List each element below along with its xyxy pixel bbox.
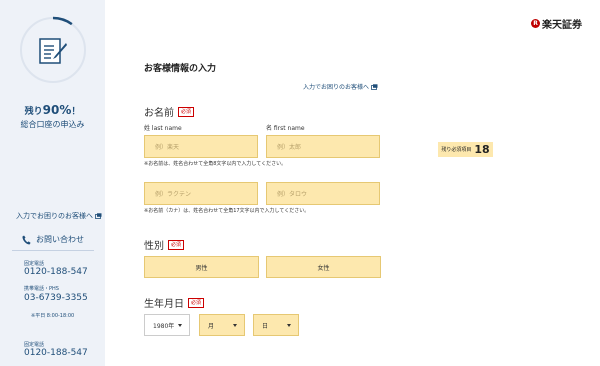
required-badge: 必須 [178, 106, 195, 117]
gender-female-button[interactable]: 女性 [266, 256, 381, 278]
birth-year-value[interactable]: 1980年 [153, 321, 174, 330]
remaining-required-badge: 残り必須項目 18 [438, 142, 493, 157]
first-name-label: 名 first name [266, 125, 305, 132]
external-window-icon [371, 83, 378, 90]
last-name-label: 姓 last name [144, 125, 182, 132]
birth-year-select[interactable]: 1980年 [144, 314, 190, 336]
required-badge: 必須 [168, 239, 185, 250]
last-name-input[interactable]: 例）楽天 [144, 135, 258, 158]
business-hours: ※平日 8:00-18:00 [31, 313, 75, 319]
remaining-required-label: 残り必須項目 [441, 147, 472, 153]
phone-number-landline-2[interactable]: 0120-188-547 [24, 348, 88, 358]
phone-label-landline-2: 固定電話 [24, 342, 45, 348]
form-help-link[interactable]: 入力でお困りのお客様へ [303, 82, 378, 91]
external-window-icon [95, 213, 102, 219]
sidebar: 残り90%！ 総合口座の申込み 入力でお困りのお客様へ お問い合わせ 固定電話 … [0, 0, 105, 366]
remaining-progress: 残り90%！ [0, 103, 105, 117]
first-name-kana-input[interactable]: 例）タロウ [266, 182, 380, 205]
chevron-down-icon [233, 323, 237, 327]
page-title: お客様情報の入力 [144, 64, 217, 74]
apply-label: 総合口座の申込み [20, 120, 85, 129]
form-help-link-label[interactable]: 入力でお困りのお客様へ [303, 82, 369, 91]
chevron-down-icon [178, 323, 182, 327]
birthdate-section-heading: 生年月日 必須 [144, 295, 205, 310]
birth-month-select[interactable]: 月 [199, 314, 245, 336]
brand-logo: R 楽天証券 [531, 16, 582, 31]
contact-label[interactable]: お問い合わせ [36, 234, 84, 245]
first-name-input[interactable]: 例）太郎 [266, 135, 380, 158]
phone-number-landline[interactable]: 0120-188-547 [24, 267, 88, 277]
remaining-required-count: 18 [474, 143, 490, 156]
last-name-kana-input[interactable]: 例）ラクテン [144, 182, 258, 205]
phone-label-mobile: 携帯電話・PHS [24, 286, 59, 292]
phone-icon [22, 235, 31, 244]
birth-day-select[interactable]: 日 [253, 314, 299, 336]
remaining-prefix: 残り [24, 107, 43, 117]
gender-male-button[interactable]: 男性 [144, 256, 259, 278]
sidebar-divider [12, 250, 94, 251]
phone-number-mobile[interactable]: 03-6739-3355 [24, 293, 88, 303]
brand-logo-text: 楽天証券 [542, 20, 582, 31]
kana-note: ※お名前（カナ）は、姓名合わせて全角17文字以内で入力してください。 [144, 208, 310, 214]
brand-logo-mark: R [531, 19, 540, 28]
document-edit-icon [39, 38, 67, 64]
sidebar-help-link[interactable]: 入力でお困りのお客様へ [16, 211, 102, 221]
birth-day-value[interactable]: 日 [262, 321, 268, 330]
phone-label-landline: 固定電話 [24, 261, 45, 267]
name-note: ※お名前は、姓名合わせて全角8文字以内で入力してください。 [144, 161, 287, 167]
remaining-percent: 90% [42, 103, 72, 117]
birthdate-label: 生年月日 [144, 299, 184, 310]
sidebar-help-link-label[interactable]: 入力でお困りのお客様へ [16, 211, 93, 221]
remaining-suffix: ！ [71, 107, 81, 117]
name-label: お名前 [144, 108, 174, 119]
chevron-down-icon [287, 323, 291, 327]
gender-section-heading: 性別 必須 [144, 237, 185, 252]
gender-label: 性別 [144, 241, 164, 252]
required-badge: 必須 [188, 297, 205, 308]
name-section-heading: お名前 必須 [144, 104, 195, 119]
contact-link[interactable]: お問い合わせ [22, 234, 84, 245]
birth-month-value[interactable]: 月 [208, 321, 214, 330]
